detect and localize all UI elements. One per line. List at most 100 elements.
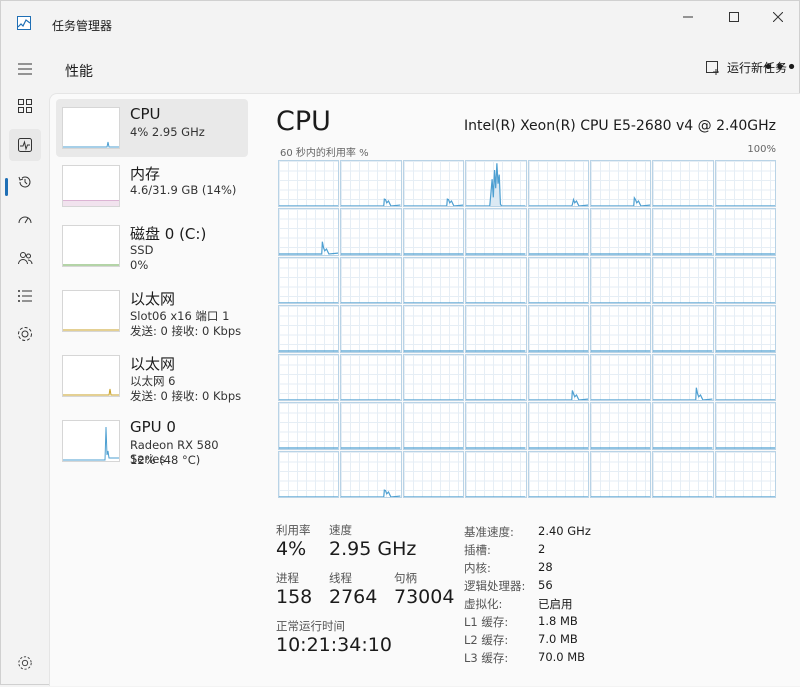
processor-usage-line: [591, 198, 650, 206]
logical-processor-graph: [652, 305, 714, 353]
logical-processor-graph: [402, 402, 465, 450]
processor-usage-line: [341, 199, 400, 206]
logical-processor-graph: [402, 256, 465, 305]
performance-content: CPU 4% 2.95 GHz 内存 4.6/31.9 GB (14%) 磁盘 …: [49, 93, 800, 686]
logical-processor-graph: [652, 353, 714, 402]
nav-settings[interactable]: [17, 655, 35, 673]
logical-processor-graph: [527, 256, 589, 305]
services-icon: [18, 327, 32, 341]
processor-usage-line: [279, 242, 338, 254]
logical-processor-graph: [589, 208, 652, 256]
nav-users[interactable]: [9, 242, 41, 274]
logical-processor-graph: [465, 256, 527, 305]
nav-processes[interactable]: [9, 90, 41, 122]
logical-processor-graph: [527, 305, 589, 353]
speed-label: 速度: [329, 523, 352, 537]
logical-processor-graph: [402, 208, 465, 256]
hamburger-menu-icon: [18, 63, 32, 75]
cpu-thumbnail-line: [63, 141, 119, 148]
perf-item-gpu[interactable]: GPU 0 Radeon RX 580 Series 12% (48 °C): [56, 412, 248, 470]
perf-item-subtitle: 4% 2.95 GHz: [130, 125, 205, 139]
spec-label-base-speed: 基准速度:: [464, 525, 514, 539]
minimize-icon: [683, 16, 693, 18]
logical-processor-graph: [340, 208, 402, 256]
logical-processor-graph: [278, 160, 340, 208]
logical-processor-graph: [465, 402, 527, 450]
logical-processor-graph: [340, 402, 402, 450]
threads-value: 2764: [329, 586, 378, 608]
run-new-task-icon: [706, 60, 719, 75]
maximize-button[interactable]: [711, 1, 757, 33]
logical-processor-graph: [652, 208, 714, 256]
ethernet-2-thumbnail-graph: [62, 355, 120, 397]
logical-processor-graph: [527, 353, 589, 402]
side-navigation: [1, 45, 49, 686]
processes-icon: [18, 99, 32, 113]
more-options-button[interactable]: •••: [763, 57, 798, 78]
perf-item-title: 磁盘 0 (C:): [130, 225, 207, 243]
ethernet-1-thumbnail-line: [63, 329, 119, 331]
processes-label: 进程: [276, 571, 299, 585]
task-manager-window: 任务管理器 性能 运行新任务 ••• CPU 4% 2.95 GHz 内存 4.…: [0, 0, 800, 686]
graph-axis-label: 60 秒内的利用率 %: [280, 148, 369, 159]
handles-value: 73004: [394, 586, 455, 608]
cpu-thumbnail-graph: [62, 107, 120, 149]
handles-label: 句柄: [394, 571, 417, 585]
minimize-button[interactable]: [665, 1, 711, 33]
logical-processor-graph: [278, 402, 340, 450]
perf-item-title: 内存: [130, 165, 161, 183]
active-nav-indicator: [5, 178, 8, 196]
logical-processor-graph: [278, 256, 340, 305]
spec-label-sockets: 插槽:: [464, 543, 491, 557]
detail-title: CPU: [276, 106, 331, 137]
logical-processor-graph: [278, 353, 340, 402]
uptime-label: 正常运行时间: [276, 619, 345, 633]
perf-item-memory[interactable]: 内存 4.6/31.9 GB (14%): [56, 157, 248, 215]
perf-item-subtitle: SSD: [130, 243, 154, 257]
hamburger-menu-button[interactable]: [9, 53, 41, 85]
logical-processor-graph: [714, 160, 776, 208]
logical-processor-graph: [589, 305, 652, 353]
logical-processor-graph: [402, 353, 465, 402]
spec-value-l1-cache: 1.8 MB: [538, 614, 578, 628]
logical-processor-graph: [402, 305, 465, 353]
logical-processor-graph: [652, 402, 714, 450]
ethernet-1-thumbnail-graph: [62, 290, 120, 332]
close-button[interactable]: [755, 1, 800, 33]
processor-usage-line: [653, 387, 712, 399]
logical-processor-graph: [465, 450, 527, 498]
perf-item-subtitle: Slot06 x16 端口 1: [130, 309, 230, 323]
perf-item-disk[interactable]: 磁盘 0 (C:) SSD 0%: [56, 217, 248, 275]
logical-processor-graph: [278, 305, 340, 353]
logical-processor-graph: [652, 160, 714, 208]
nav-startup-apps[interactable]: [9, 204, 41, 236]
nav-services[interactable]: [9, 318, 41, 350]
logical-processor-graph: [527, 160, 589, 208]
logical-processor-graph: [278, 450, 340, 498]
perf-item-ethernet-2[interactable]: 以太网 以太网 6 发送: 0 接收: 0 Kbps: [56, 347, 248, 405]
disk-thumbnail-line: [63, 264, 119, 266]
logical-processor-graph: [527, 450, 589, 498]
spec-label-l3-cache: L3 缓存:: [464, 651, 509, 665]
gpu-thumbnail-line: [63, 426, 119, 461]
spec-label-l2-cache: L2 缓存:: [464, 633, 509, 647]
spec-value-l3-cache: 70.0 MB: [538, 650, 586, 664]
spec-value-sockets: 2: [538, 542, 546, 556]
spec-label-l1-cache: L1 缓存:: [464, 615, 509, 629]
logical-processor-graph: [652, 450, 714, 498]
disk-thumbnail-graph: [62, 225, 120, 267]
processor-usage-line: [529, 390, 588, 400]
perf-item-subtitle: 以太网 6: [130, 374, 176, 388]
logical-processor-graph: [465, 305, 527, 353]
processor-usage-line: [529, 200, 588, 206]
graph-max-label: 100%: [747, 144, 776, 155]
nav-performance[interactable]: [9, 129, 41, 161]
perf-item-cpu[interactable]: CPU 4% 2.95 GHz: [56, 99, 248, 157]
nav-app-history[interactable]: [9, 166, 41, 198]
logical-processor-graph: [340, 305, 402, 353]
processor-usage-line: [341, 490, 400, 497]
perf-item-title: 以太网: [130, 355, 176, 373]
logical-processor-graph: [402, 450, 465, 498]
nav-details[interactable]: [9, 280, 41, 312]
perf-item-ethernet-1[interactable]: 以太网 Slot06 x16 端口 1 发送: 0 接收: 0 Kbps: [56, 282, 248, 340]
